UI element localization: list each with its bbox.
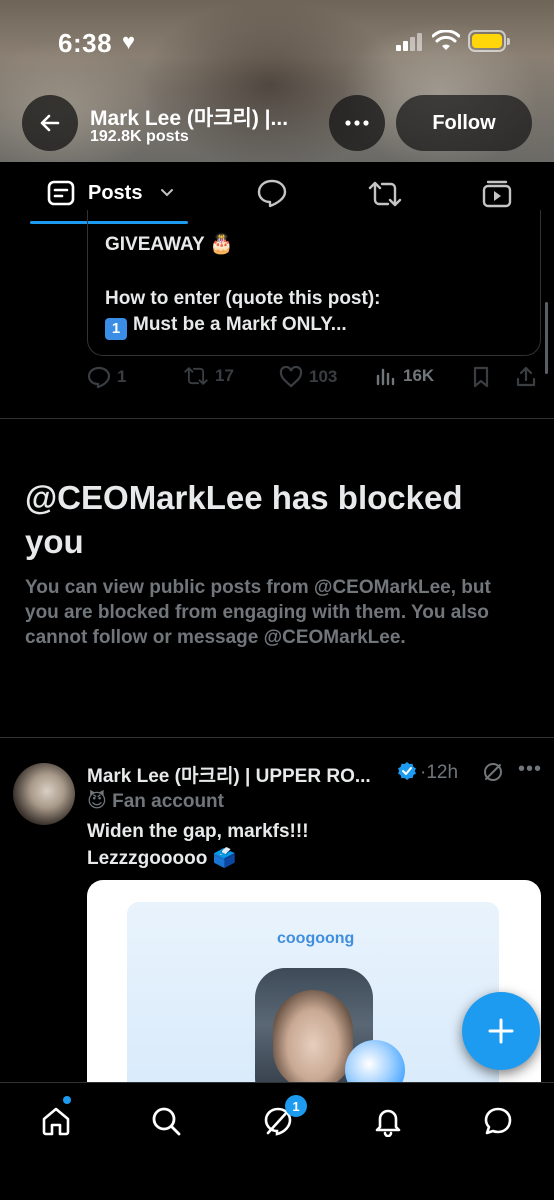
reply-count: 1 <box>117 367 127 386</box>
tab-reposts[interactable] <box>368 180 402 213</box>
battery-icon <box>468 30 510 52</box>
search-icon <box>152 1107 181 1136</box>
tweet-text-line-1: Widen the gap, markfs!!! <box>87 821 309 842</box>
nav-notifications[interactable] <box>368 1101 408 1141</box>
share-action[interactable] <box>515 366 537 388</box>
nav-home[interactable] <box>36 1101 76 1141</box>
home-icon <box>42 1107 70 1136</box>
bell-icon <box>375 1109 401 1137</box>
profile-header: 6:38 ♥ Mark Lee (마크리) |... 192.8K posts <box>0 0 554 162</box>
views-count: 16K <box>403 366 435 385</box>
media-face <box>273 990 353 1090</box>
chevron-down-icon <box>161 189 173 197</box>
like-action[interactable]: 103 <box>279 366 337 388</box>
bookmark-action[interactable] <box>472 366 490 388</box>
chat-bubble-icon <box>484 1107 512 1135</box>
tweet-text: Widen the gap, markfs!!! Lezzzgooooo 🗳️ <box>87 818 309 872</box>
tweet-text-line-2: Lezzzgooooo 🗳️ <box>87 848 237 869</box>
status-time: 6:38 <box>58 28 113 58</box>
fan-account-label: 😈 Fan account <box>87 791 224 812</box>
bookmark-icon <box>473 366 489 388</box>
heart-icon: ♥ <box>122 29 136 54</box>
video-icon <box>482 180 512 208</box>
tweet-media[interactable]: coogoong <box>87 880 541 1100</box>
repost-action[interactable]: 17 <box>183 366 234 386</box>
divider <box>0 737 554 738</box>
share-icon <box>516 366 536 387</box>
reply-icon <box>87 366 111 388</box>
blocked-title: @CEOMarkLee has blocked you <box>25 479 463 560</box>
grok-icon[interactable] <box>482 761 504 788</box>
cellular-signal-icon <box>396 33 424 51</box>
verified-badge-icon <box>397 761 417 786</box>
views-action[interactable]: 16K <box>375 366 434 386</box>
reply-action[interactable]: 1 <box>87 366 126 388</box>
tweet-timestamp[interactable]: ·12h <box>420 762 458 784</box>
posts-icon <box>47 180 75 206</box>
giveaway-line: GIVEAWAY 🎂 <box>105 234 234 255</box>
more-horizontal-icon <box>345 120 369 126</box>
avatar[interactable] <box>13 763 75 825</box>
wifi-icon <box>431 29 461 57</box>
giveaway-rule: 1 Must be a Markf ONLY... <box>105 314 347 340</box>
tweet-author-name[interactable]: Mark Lee (마크리) | UPPER RO... <box>87 761 371 788</box>
posts-count: 192.8K posts <box>90 128 189 145</box>
media-brand: coogoong <box>277 930 355 947</box>
tab-media[interactable] <box>482 180 512 213</box>
plus-icon <box>488 1018 514 1044</box>
repost-icon <box>368 181 402 207</box>
tweet-more-icon[interactable]: ••• <box>518 758 542 781</box>
more-button[interactable] <box>329 95 385 151</box>
heart-outline-icon <box>279 366 303 388</box>
nav-messages[interactable] <box>478 1101 518 1141</box>
status-bar: 6:38 ♥ <box>0 0 554 86</box>
tab-posts-label: Posts <box>88 182 143 204</box>
nav-search[interactable] <box>146 1101 186 1141</box>
follow-button[interactable]: Follow <box>396 95 532 151</box>
notification-badge: 1 <box>285 1095 307 1117</box>
views-chart-icon <box>376 368 395 386</box>
repost-count: 17 <box>215 366 234 385</box>
like-count: 103 <box>309 367 338 386</box>
scrollbar[interactable] <box>545 302 548 374</box>
reply-bubble-icon <box>257 179 287 208</box>
bottom-navigation: 1 <box>0 1082 554 1200</box>
tab-replies[interactable] <box>256 178 288 213</box>
back-button[interactable] <box>22 95 78 151</box>
keycap-one-icon: 1 <box>105 318 127 340</box>
repost-small-icon <box>184 367 208 385</box>
compose-button[interactable] <box>462 992 540 1070</box>
post-actions: 1 17 103 16K <box>87 366 547 396</box>
home-notification-dot <box>63 1096 71 1104</box>
giveaway-rule-text: Must be a Markf ONLY... <box>133 314 347 335</box>
blocked-description: You can view public posts from @CEOMarkL… <box>25 577 491 648</box>
giveaway-instructions: How to enter (quote this post): <box>105 288 381 309</box>
back-arrow-icon <box>40 114 60 132</box>
divider <box>0 418 554 419</box>
